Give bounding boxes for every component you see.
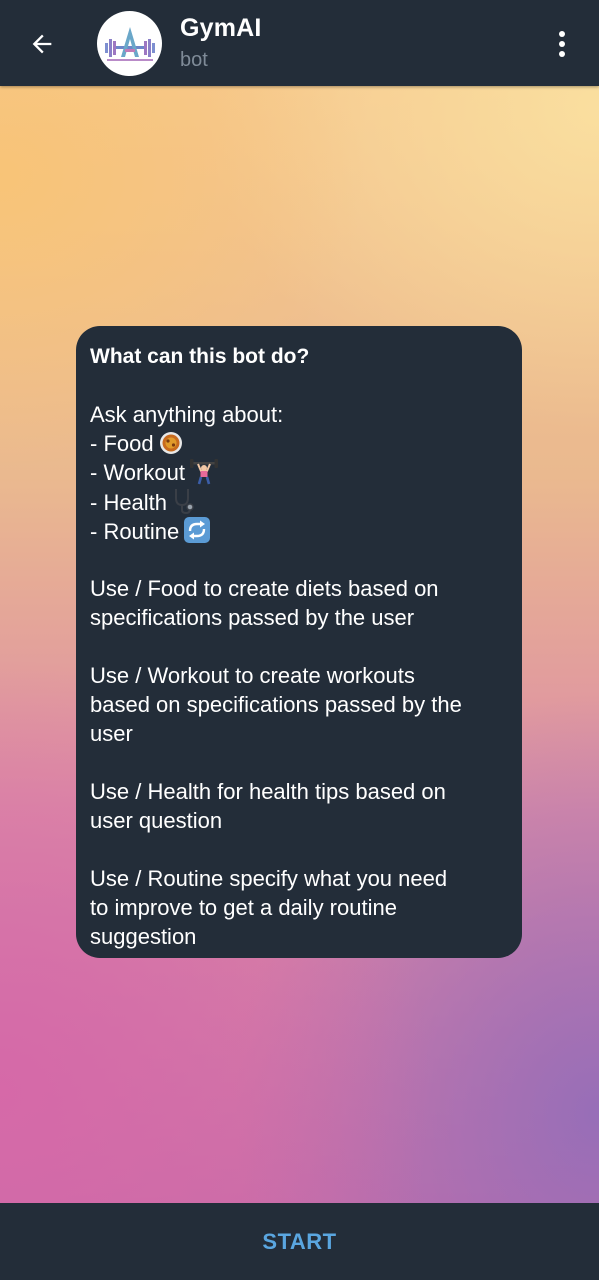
paragraph-routine: Use / Routine specify what you need to i… <box>90 866 448 949</box>
back-button[interactable] <box>22 24 62 64</box>
topic-item-workout: - Workout <box>90 458 508 487</box>
topic-item-food: - Food <box>90 429 508 458</box>
more-menu-button[interactable] <box>545 24 579 64</box>
topic-item-health: - Health <box>90 487 508 516</box>
arrow-left-icon <box>32 34 52 54</box>
bottom-bar: START <box>0 1203 599 1280</box>
paragraph-workout: Use / Workout to create workouts based o… <box>90 663 462 746</box>
chat-title[interactable]: GymAI <box>180 14 262 43</box>
chat-subtitle: bot <box>180 49 208 71</box>
bot-info-bubble: What can this bot do? Ask anything about… <box>76 326 522 958</box>
chat-header: GymAI bot <box>0 0 599 86</box>
paragraph-food: Use / Food to create diets based on spec… <box>90 576 439 630</box>
gym-logo-icon <box>104 26 155 61</box>
paragraph-health: Use / Health for health tips based on us… <box>90 779 446 833</box>
bot-info-intro: Ask anything about: <box>90 402 284 427</box>
more-vertical-icon <box>559 31 565 37</box>
food-emoji-icon <box>158 430 184 456</box>
avatar[interactable] <box>97 11 162 76</box>
chat-screen: GymAI bot What can this bot do? Ask anyt… <box>0 0 599 1280</box>
repeat-emoji-icon <box>183 516 211 543</box>
bot-info-heading: What can this bot do? <box>90 345 310 368</box>
stethoscope-emoji-icon <box>171 487 197 515</box>
start-button[interactable]: START <box>232 1219 366 1265</box>
topic-item-routine: - Routine <box>90 516 508 545</box>
weightlifter-emoji-icon <box>189 459 218 485</box>
